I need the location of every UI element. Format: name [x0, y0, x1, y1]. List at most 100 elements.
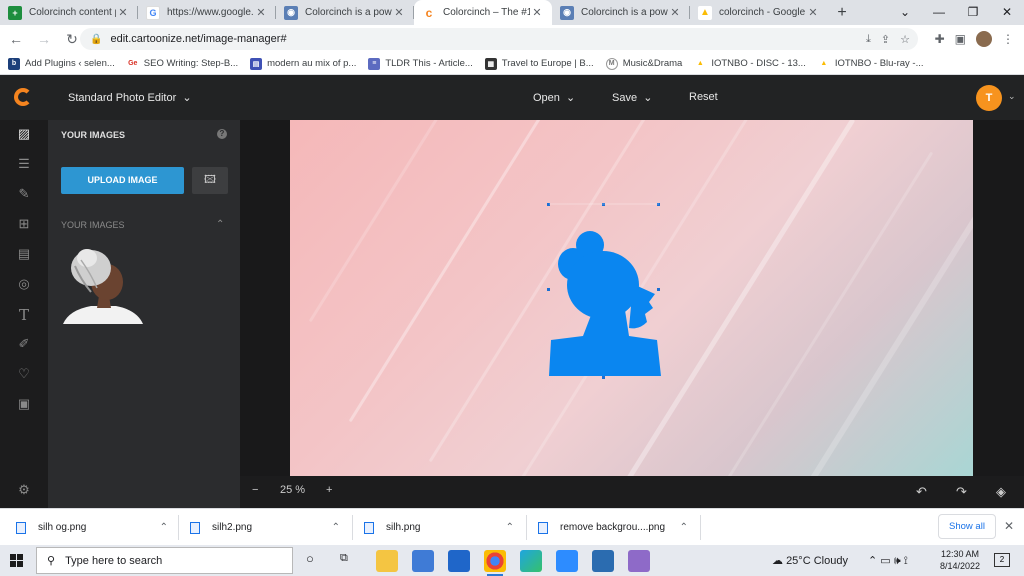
browser-tab[interactable]: ◉ Colorcinch is a power ✕: [276, 0, 414, 25]
notifications-icon[interactable]: 2: [994, 553, 1010, 567]
editor-mode-dropdown[interactable]: Standard Photo Editor ⌄: [68, 91, 192, 104]
text-tool-icon[interactable]: T: [0, 306, 48, 324]
mail-icon[interactable]: [448, 550, 470, 572]
task-view-icon[interactable]: ⧉: [340, 552, 348, 565]
bookmark-icon: Ge: [126, 57, 139, 70]
bookmark-item[interactable]: Ge SEO Writing: Step-B...: [126, 57, 239, 70]
zoom-level[interactable]: 25 %: [280, 484, 305, 496]
browser-tab[interactable]: ▲ colorcinch - Google D ✕: [690, 0, 828, 25]
undo-icon[interactable]: ↶: [916, 484, 927, 500]
show-all-downloads-button[interactable]: Show all: [938, 514, 996, 539]
close-icon[interactable]: ✕: [806, 6, 820, 19]
reset-button[interactable]: Reset: [689, 91, 718, 103]
open-menu[interactable]: Open ⌄: [533, 91, 575, 104]
store-icon[interactable]: [412, 550, 434, 572]
browser-tab-active[interactable]: c Colorcinch – The #1 P ✕: [414, 0, 552, 25]
chrome-icon[interactable]: [484, 550, 506, 576]
more-menu-icon[interactable]: ⋮: [1002, 32, 1014, 46]
back-icon[interactable]: ←: [4, 31, 28, 47]
close-icon[interactable]: ✕: [254, 6, 268, 19]
download-item[interactable]: remove backgrou....png ⌃: [538, 509, 694, 546]
images-tool-icon[interactable]: ▨: [0, 126, 48, 142]
effects-grid-icon[interactable]: ⊞: [0, 216, 48, 232]
canvas-photo[interactable]: [290, 120, 973, 476]
bookmark-item[interactable]: M Music&Drama: [605, 57, 682, 70]
url-text[interactable]: edit.cartoonize.net/image-manager#: [110, 33, 286, 45]
chevron-up-icon[interactable]: ⌃: [160, 522, 168, 533]
browser-tab[interactable]: ◉ Colorcinch is a power ✕: [552, 0, 690, 25]
browser-tab[interactable]: G https://www.google.c ✕: [138, 0, 276, 25]
draw-tool-icon[interactable]: ✐: [0, 336, 48, 352]
download-item[interactable]: silh2.png ⌃: [190, 509, 346, 546]
new-tab-button[interactable]: +: [828, 0, 856, 25]
close-icon[interactable]: ✕: [116, 6, 130, 19]
silhouette-layer[interactable]: [545, 200, 665, 380]
image-thumbnail[interactable]: [61, 244, 143, 324]
close-window-icon[interactable]: ✕: [990, 0, 1024, 25]
adjust-tool-icon[interactable]: ☰: [0, 156, 48, 172]
bookmark-star-icon[interactable]: ☆: [900, 33, 910, 46]
system-tray-icons[interactable]: ⌃ ▭ 🕪 ⟟: [868, 554, 908, 568]
bookmark-label: SEO Writing: Step-B...: [143, 58, 239, 69]
paint-icon[interactable]: [628, 550, 650, 572]
zoom-in-button[interactable]: +: [326, 484, 332, 496]
photos-icon[interactable]: [592, 550, 614, 572]
bookmark-item[interactable]: ▦ Travel to Europe | B...: [484, 57, 594, 70]
bookmark-item[interactable]: ▲ IOTNBO - Blu-ray -...: [817, 57, 924, 70]
frame-tool-icon[interactable]: ▣: [0, 396, 48, 412]
cloud-icon: ☁: [772, 555, 783, 567]
download-item[interactable]: silh.png ⌃: [364, 509, 520, 546]
minimize-icon[interactable]: —: [922, 0, 956, 25]
install-icon[interactable]: ⤓: [866, 33, 871, 46]
mask-tool-icon[interactable]: ◎: [0, 276, 48, 292]
file-explorer-icon[interactable]: [376, 550, 398, 572]
zoom-app-icon[interactable]: [556, 550, 578, 572]
download-item[interactable]: silh og.png ⌃: [16, 509, 174, 546]
share-icon[interactable]: ⇪: [881, 33, 890, 46]
extensions-icon[interactable]: ✚: [935, 32, 945, 46]
cortana-icon[interactable]: ○: [306, 551, 314, 566]
windows-start-icon[interactable]: [10, 554, 23, 567]
zoom-out-button[interactable]: −: [252, 484, 258, 496]
heart-icon[interactable]: ♡: [0, 366, 48, 382]
close-icon[interactable]: ✕: [668, 6, 682, 19]
edge-icon[interactable]: [520, 550, 542, 572]
stock-image-button[interactable]: 🖾: [192, 167, 228, 194]
profile-avatar[interactable]: [976, 31, 992, 47]
close-icon[interactable]: ✕: [392, 6, 406, 19]
close-icon[interactable]: ✕: [530, 6, 544, 19]
chevron-up-icon[interactable]: ⌃: [216, 219, 224, 230]
save-menu[interactable]: Save ⌄: [612, 91, 652, 104]
restore-icon[interactable]: ❐: [956, 0, 990, 25]
taskbar-clock[interactable]: 12:30 AM 8/14/2022: [938, 548, 982, 572]
layers-icon[interactable]: ◈: [996, 484, 1006, 500]
settings-gear-icon[interactable]: ⚙: [0, 482, 48, 498]
chevron-up-icon[interactable]: ⌃: [332, 522, 340, 533]
user-avatar[interactable]: T: [976, 85, 1002, 111]
google-drive-icon: ▲: [817, 57, 830, 70]
browser-tab[interactable]: + Colorcinch content pl ✕: [0, 0, 138, 25]
bookmark-item[interactable]: ≡ TLDR This - Article...: [368, 57, 473, 70]
magic-wand-icon[interactable]: ✎: [0, 186, 48, 202]
weather-widget[interactable]: ☁ 25°C Cloudy: [772, 554, 848, 567]
chevron-down-icon[interactable]: ⌄: [1008, 91, 1016, 102]
lock-icon[interactable]: 🔒: [90, 34, 102, 45]
tab-title: Colorcinch content pl: [29, 7, 116, 18]
bookmark-item[interactable]: ▲ IOTNBO - DISC - 13...: [694, 57, 806, 70]
close-icon[interactable]: ✕: [1004, 519, 1014, 533]
chevron-up-icon[interactable]: ⌃: [506, 522, 514, 533]
layers-tool-icon[interactable]: ▤: [0, 246, 48, 262]
weather-text: 25°C Cloudy: [786, 555, 848, 567]
colorcinch-logo-icon[interactable]: [14, 88, 32, 106]
help-icon[interactable]: ?: [217, 129, 227, 139]
bookmark-item[interactable]: ▤ modern au mix of p...: [250, 57, 356, 70]
address-bar[interactable]: 🔒 edit.cartoonize.net/image-manager# ⤓ ⇪…: [80, 28, 918, 50]
forward-icon[interactable]: →: [32, 31, 56, 47]
chevron-up-icon[interactable]: ⌃: [680, 522, 688, 533]
upload-image-button[interactable]: UPLOAD IMAGE: [61, 167, 184, 194]
taskbar-search-input[interactable]: ⚲ Type here to search: [36, 547, 293, 574]
tab-search-icon[interactable]: ⌄: [888, 0, 922, 25]
bookmark-item[interactable]: b Add Plugins ‹ selen...: [8, 57, 115, 70]
side-panel-icon[interactable]: ▣: [955, 32, 966, 46]
redo-icon[interactable]: ↷: [956, 484, 967, 500]
